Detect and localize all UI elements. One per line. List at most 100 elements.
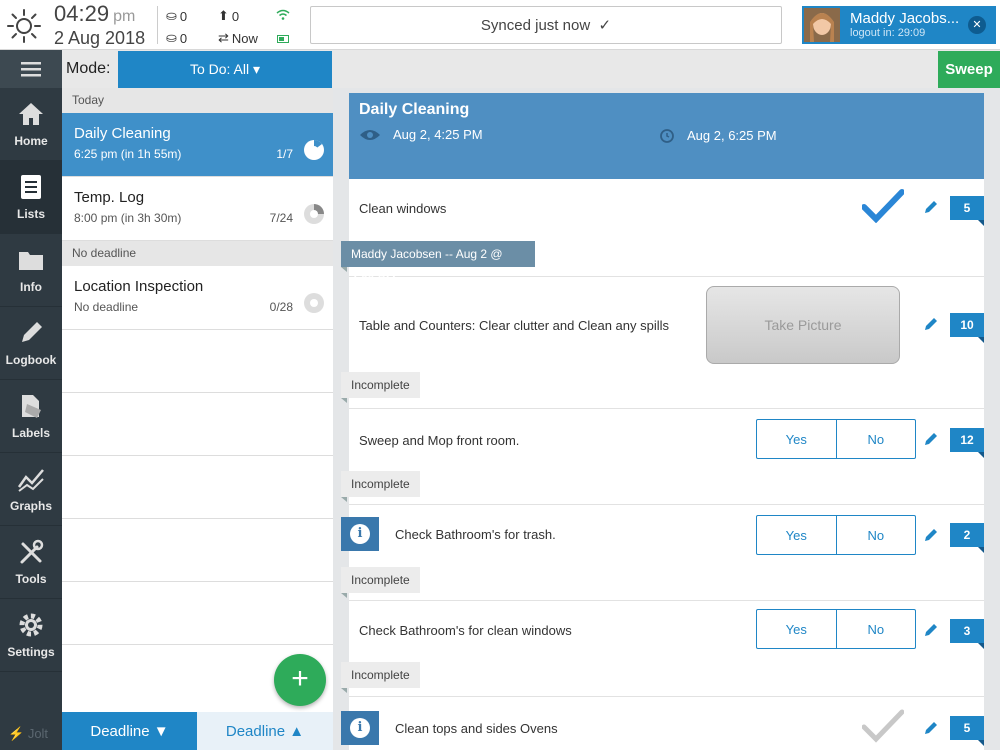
sweep-button[interactable]: Sweep — [938, 51, 1000, 88]
take-picture-button[interactable]: Take Picture — [706, 286, 900, 364]
label-printer-icon — [22, 395, 41, 418]
folder-icon — [19, 252, 43, 270]
yes-no-toggle: Yes No — [756, 609, 916, 649]
nav-settings[interactable]: Settings — [0, 599, 62, 672]
user-session[interactable]: Maddy Jacobs... logout in: 29:09 ✕ — [802, 6, 996, 44]
list-item-location-inspection[interactable]: Location Inspection No deadline 0/28 — [62, 266, 333, 330]
nav-lists[interactable]: Lists — [0, 161, 62, 234]
clock-date: 2 Aug 2018 — [54, 28, 146, 48]
edit-pencil-icon[interactable] — [924, 432, 938, 446]
alarm-clock-icon — [660, 129, 674, 143]
tools-icon — [20, 539, 44, 564]
edit-pencil-icon[interactable] — [924, 623, 938, 637]
task-number-badge: 5 — [950, 716, 984, 746]
yes-no-toggle: Yes No — [756, 515, 916, 555]
status-tag-incomplete: Incomplete — [341, 372, 420, 403]
info-button[interactable]: i — [341, 517, 379, 551]
progress-ring-icon — [304, 140, 324, 160]
yes-button[interactable]: Yes — [757, 610, 837, 648]
status-tag-incomplete: Incomplete — [341, 662, 420, 693]
checklist-list: Today Daily Cleaning 6:25 pm (in 1h 55m)… — [62, 88, 333, 750]
edit-pencil-icon[interactable] — [924, 528, 938, 542]
user-name: Maddy Jacobs... — [850, 10, 960, 27]
sync-arrows-icon: ⇄ — [218, 30, 229, 45]
battery-icon — [277, 35, 289, 43]
status-cloud-1: ⛀ 0 — [166, 8, 188, 24]
start-time: Aug 2, 4:25 PM — [359, 127, 483, 142]
progress-ring-icon — [304, 204, 324, 224]
no-button[interactable]: No — [837, 420, 916, 458]
edit-pencil-icon[interactable] — [924, 200, 938, 214]
yes-no-toggle: Yes No — [756, 419, 916, 459]
due-time: Aug 2, 6:25 PM — [659, 127, 777, 143]
checklist-card: Daily Cleaning Aug 2, 4:25 PM Aug 2, 6:2… — [341, 93, 984, 753]
section-header-no-deadline: No deadline — [62, 241, 333, 266]
task-row: Check Bathroom's for clean windows Yes N… — [341, 601, 984, 697]
nav-logbook[interactable]: Logbook — [0, 307, 62, 380]
eye-icon — [360, 129, 380, 140]
menu-button[interactable] — [0, 50, 62, 88]
sort-deadline-asc-button[interactable]: Deadline ▲ — [197, 712, 333, 750]
status-sync-time: ⇄ Now — [218, 30, 258, 46]
task-number-badge: 10 — [950, 313, 984, 343]
task-row: i Check Bathroom's for trash. Yes No 2 I… — [341, 505, 984, 601]
side-nav: Home Lists Info Logbook Labels Graphs To… — [0, 50, 62, 750]
cloud-icon: ⛀ — [166, 30, 177, 45]
task-row: Clean windows 5 Maddy Jacobsen -- Aug 2 … — [341, 179, 984, 287]
avatar — [804, 8, 840, 42]
graph-icon — [17, 469, 44, 492]
sync-status: Synced just now ✓ — [310, 6, 782, 44]
list-item-daily-cleaning[interactable]: Daily Cleaning 6:25 pm (in 1h 55m) 1/7 — [62, 113, 333, 177]
status-tag-incomplete: Incomplete — [341, 471, 420, 502]
logout-timer: logout in: 29:09 — [850, 27, 926, 39]
no-button[interactable]: No — [837, 610, 916, 648]
hamburger-icon — [21, 62, 41, 77]
edit-pencil-icon[interactable] — [924, 721, 938, 735]
mode-dropdown[interactable]: To Do: All ▾ — [118, 51, 332, 88]
info-button[interactable]: i — [341, 711, 379, 745]
info-icon: i — [350, 718, 370, 738]
checklist-detail: Daily Cleaning Aug 2, 4:25 PM Aug 2, 6:2… — [333, 88, 1000, 753]
empty-row — [62, 519, 333, 582]
checklist-header: Daily Cleaning Aug 2, 4:25 PM Aug 2, 6:2… — [349, 93, 984, 179]
checkmark-done-icon[interactable] — [862, 189, 904, 223]
task-number-badge: 5 — [950, 196, 984, 226]
list-item-temp-log[interactable]: Temp. Log 8:00 pm (in 3h 30m) 7/24 — [62, 177, 333, 241]
status-upload: ⬆ 0 — [218, 8, 240, 24]
nav-graphs[interactable]: Graphs — [0, 453, 62, 526]
task-row: Sweep and Mop front room. Yes No 12 Inco… — [341, 409, 984, 505]
empty-row — [62, 582, 333, 645]
empty-row — [62, 393, 333, 456]
checklist-title: Daily Cleaning — [359, 101, 470, 118]
status-cloud-2: ⛀ 0 — [166, 30, 188, 46]
yes-button[interactable]: Yes — [757, 420, 837, 458]
home-icon — [19, 103, 43, 125]
logout-close-icon[interactable]: ✕ — [968, 16, 986, 34]
edit-pencil-icon[interactable] — [924, 317, 938, 331]
empty-row — [62, 330, 333, 393]
arrow-up-icon: ⬆ — [218, 8, 229, 23]
nav-labels[interactable]: Labels — [0, 380, 62, 453]
add-button[interactable]: + — [274, 654, 326, 706]
gear-icon — [19, 613, 43, 637]
top-header: 04:29 pm 2 Aug 2018 ⛀ 0 ⛀ 0 ⬆ 0 ⇄ Now Synced … — [0, 0, 1000, 50]
clock-time: 04:29 pm — [54, 1, 136, 26]
status-tag-incomplete: Incomplete — [341, 567, 420, 598]
sort-deadline-desc-button[interactable]: Deadline ▼ — [62, 712, 197, 750]
task-row: i Clean tops and sides Ovens 5 — [341, 697, 984, 753]
brand-logo: ⚡ Jolt — [8, 726, 49, 741]
list-icon — [21, 175, 41, 199]
yes-button[interactable]: Yes — [757, 516, 837, 554]
nav-tools[interactable]: Tools — [0, 526, 62, 599]
progress-ring-icon — [304, 293, 324, 313]
task-row: Table and Counters: Clear clutter and Cl… — [341, 277, 984, 409]
sun-icon — [7, 9, 41, 43]
pencil-icon — [22, 322, 42, 342]
no-button[interactable]: No — [837, 516, 916, 554]
divider — [157, 6, 158, 44]
nav-info[interactable]: Info — [0, 234, 62, 307]
checkmark-pending-icon[interactable] — [862, 709, 904, 743]
task-number-badge: 2 — [950, 523, 984, 553]
nav-home[interactable]: Home — [0, 88, 62, 161]
mode-label: Mode: — [66, 60, 111, 77]
